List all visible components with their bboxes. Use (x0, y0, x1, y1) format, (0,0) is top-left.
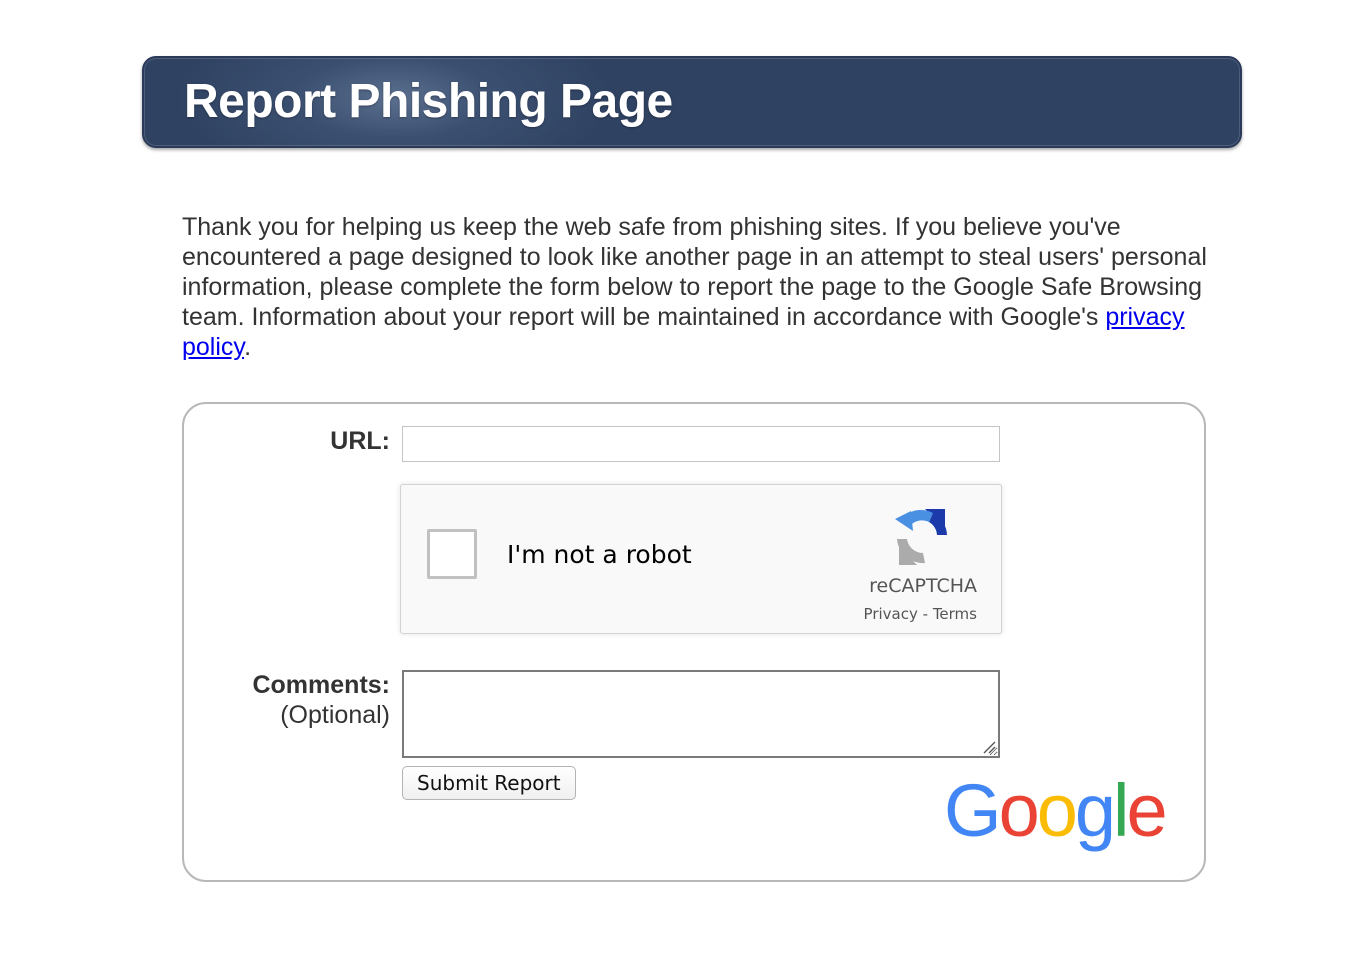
recaptcha-logo-icon (895, 509, 947, 565)
not-a-robot-label: I'm not a robot (507, 540, 692, 569)
report-form: URL: I'm not a robot reCAPTCHA Privacy -… (182, 402, 1206, 882)
google-logo-letter: o (1036, 769, 1078, 852)
page-header-banner: Report Phishing Page (142, 56, 1242, 148)
google-logo-letter: G (944, 769, 1002, 852)
recaptcha-widget: I'm not a robot reCAPTCHA Privacy - Term… (400, 484, 1002, 634)
page-title: Report Phishing Page (184, 75, 673, 128)
recaptcha-brand: reCAPTCHA (869, 575, 977, 597)
url-label: URL: (330, 427, 390, 455)
url-input[interactable] (402, 426, 1000, 462)
intro-text: Thank you for helping us keep the web sa… (182, 213, 1207, 331)
submit-report-button[interactable]: Submit Report (402, 766, 576, 800)
comments-label: Comments: (252, 671, 390, 699)
comments-label-group: Comments: (Optional) (184, 670, 390, 730)
comments-optional-label: (Optional) (280, 701, 390, 729)
recaptcha-links-separator: - (917, 605, 933, 623)
recaptcha-terms-link[interactable]: Terms (933, 605, 977, 623)
comments-textarea[interactable] (402, 670, 1000, 758)
google-logo: Google (944, 766, 1168, 856)
google-logo-letter: g (1074, 769, 1116, 852)
resize-grip-icon[interactable] (982, 740, 996, 754)
not-a-robot-checkbox[interactable] (427, 529, 477, 579)
recaptcha-privacy-link[interactable]: Privacy (864, 605, 918, 623)
google-logo-letter: e (1126, 769, 1167, 852)
google-logo-letter: o (998, 769, 1040, 852)
intro-trailing: . (244, 333, 252, 361)
recaptcha-links: Privacy - Terms (864, 605, 977, 623)
google-logo-letter: l (1113, 769, 1130, 852)
intro-paragraph: Thank you for helping us keep the web sa… (182, 212, 1222, 362)
